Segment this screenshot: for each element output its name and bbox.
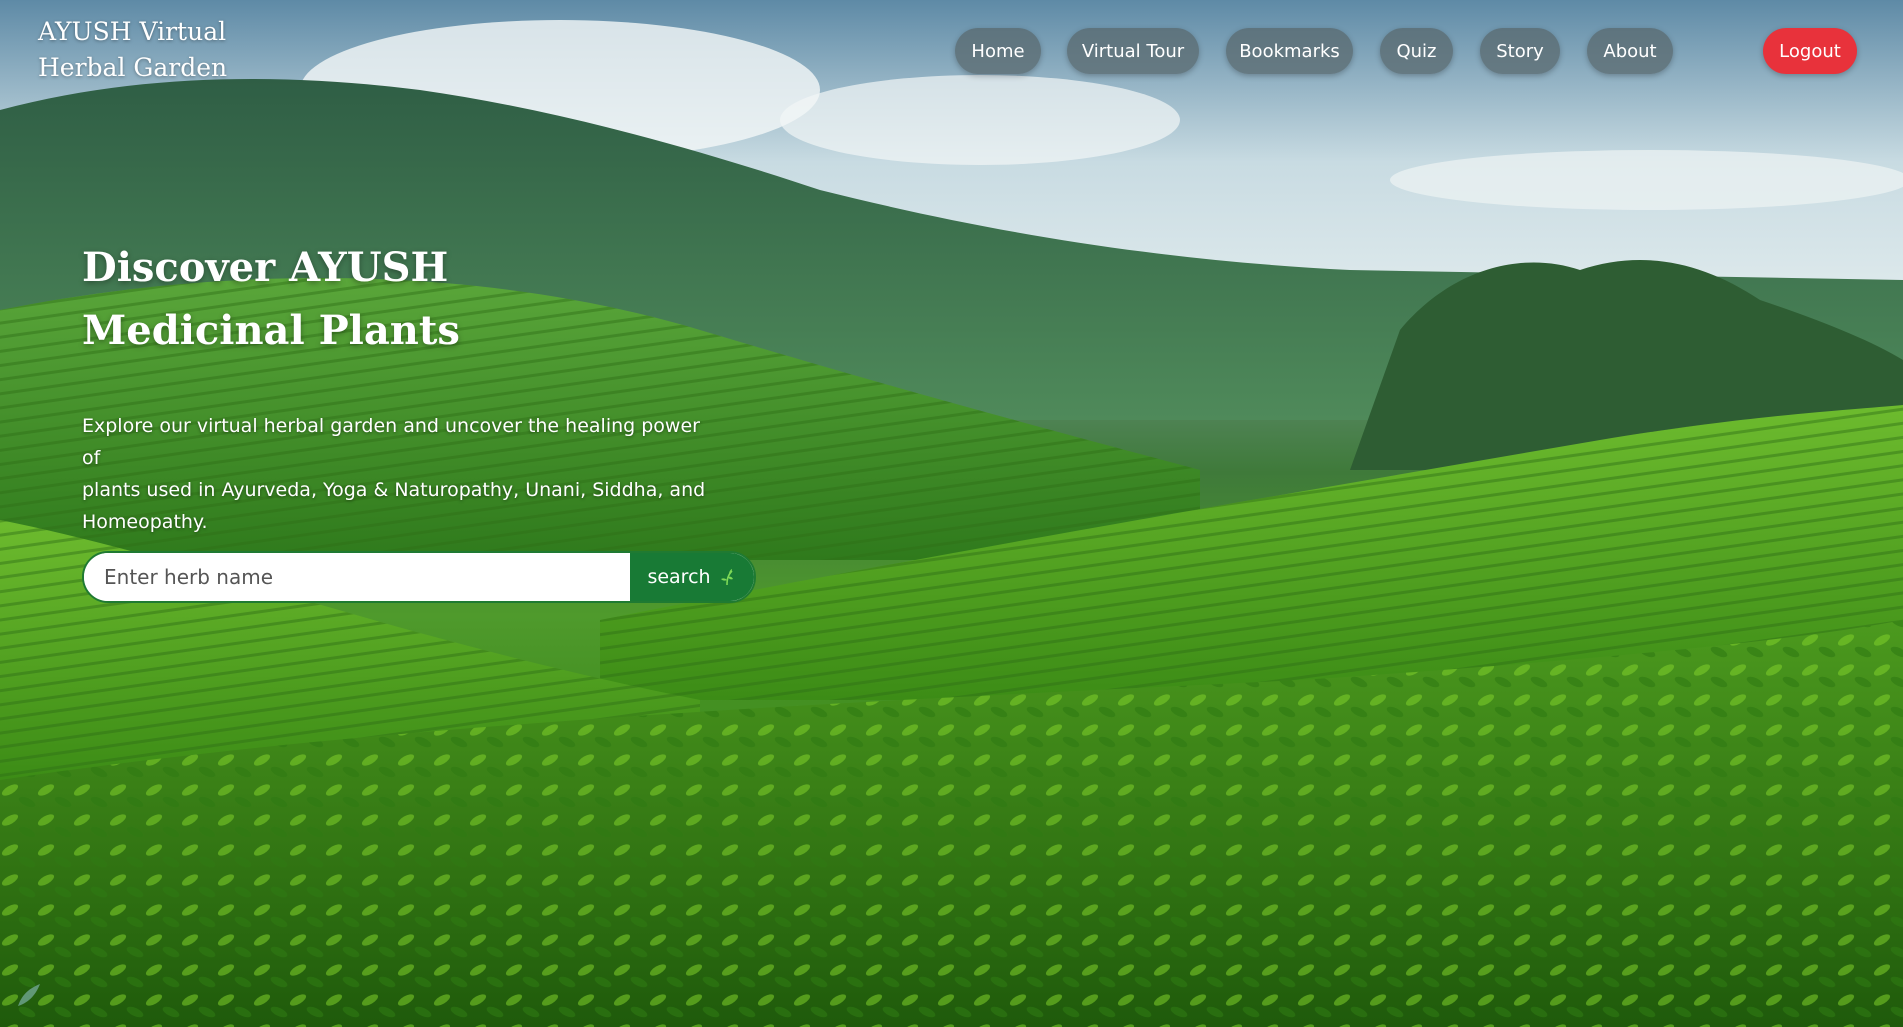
hero-description-line-1: Explore our virtual herbal garden and un…: [82, 415, 700, 469]
corner-leaf-icon: [18, 984, 40, 1006]
hero-title: Discover AYUSH Medicinal Plants: [82, 236, 682, 362]
logout-button[interactable]: Logout: [1763, 28, 1857, 74]
herb-search-bar: search: [82, 551, 756, 603]
hero-description-line-3: Homeopathy.: [82, 511, 208, 533]
search-button-label: search: [647, 566, 711, 588]
search-button[interactable]: search: [630, 553, 754, 601]
herb-search-input[interactable]: [84, 553, 630, 601]
top-navigation: Home Virtual Tour Bookmarks Quiz Story A…: [0, 28, 1903, 74]
hero-title-line-1: Discover AYUSH: [82, 244, 449, 291]
leaf-icon: [720, 569, 733, 586]
nav-about-button[interactable]: About: [1587, 28, 1673, 74]
nav-virtual-tour-button[interactable]: Virtual Tour: [1067, 28, 1199, 74]
hero-title-line-2: Medicinal Plants: [82, 307, 460, 354]
hero-description-line-2: plants used in Ayurveda, Yoga & Naturopa…: [82, 479, 706, 501]
nav-home-button[interactable]: Home: [955, 28, 1041, 74]
nav-bookmarks-button[interactable]: Bookmarks: [1226, 28, 1353, 74]
nav-quiz-button[interactable]: Quiz: [1380, 28, 1453, 74]
nav-story-button[interactable]: Story: [1480, 28, 1560, 74]
hero-description: Explore our virtual herbal garden and un…: [82, 410, 722, 538]
